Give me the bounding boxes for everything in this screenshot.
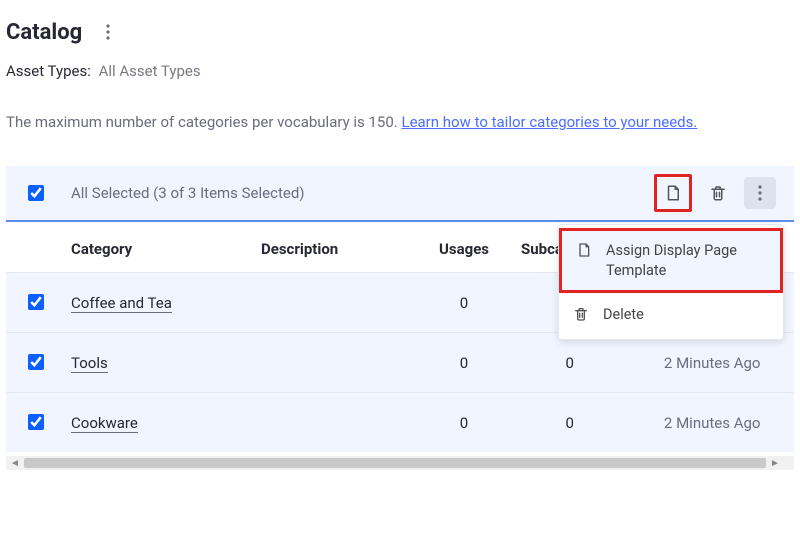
page-menu-button[interactable] [92,16,124,48]
cell-subcategories: 0 [509,393,630,453]
page-header: Catalog [6,16,794,48]
row-checkbox[interactable] [28,414,44,430]
dropdown-item-label: Assign Display Page Template [606,241,766,280]
col-usages: Usages [419,222,509,273]
col-select [6,222,59,273]
table-row: Cookware 0 0 2 Minutes Ago [6,393,794,453]
select-all-checkbox[interactable] [28,185,44,201]
highlight-box-page-icon [654,174,692,212]
delete-button[interactable] [702,177,734,209]
horizontal-scrollbar[interactable]: ◄ ► [6,456,794,470]
selection-actions [654,174,776,212]
scroll-left-icon: ◄ [10,458,20,469]
cell-description [249,273,419,333]
actions-dropdown: Assign Display Page Template Delete [558,224,784,340]
dropdown-item-label: Delete [603,305,644,325]
cell-usages: 0 [419,393,509,453]
scroll-thumb[interactable] [24,458,766,468]
selection-count: All Selected (3 of 3 Items Selected) [71,184,305,202]
info-text: The maximum number of categories per voc… [6,113,401,131]
dropdown-item-assign-template[interactable]: Assign Display Page Template [559,228,783,293]
row-checkbox[interactable] [28,294,44,310]
cell-description [249,393,419,453]
filter-label: Asset Types: [6,62,91,80]
assign-page-button[interactable] [659,179,687,207]
filter-value: All Asset Types [99,62,201,80]
kebab-icon [758,185,762,201]
page-title: Catalog [6,20,82,45]
selection-bar: All Selected (3 of 3 Items Selected) Ass… [6,166,794,222]
scroll-right-icon: ► [770,458,780,469]
more-actions-button[interactable] [744,177,776,209]
cell-subcategories: 0 [509,333,630,393]
row-checkbox[interactable] [28,354,44,370]
trash-icon [709,184,727,202]
col-category: Category [59,222,249,273]
cell-modified: 2 Minutes Ago [630,393,794,453]
cell-description [249,333,419,393]
category-link[interactable]: Tools [71,354,108,373]
dropdown-item-delete[interactable]: Delete [559,295,783,335]
asset-type-filter[interactable]: Asset Types: All Asset Types [6,62,794,80]
col-description: Description [249,222,419,273]
category-link[interactable]: Cookware [71,414,138,433]
category-link[interactable]: Coffee and Tea [71,294,172,313]
page-icon [664,184,682,202]
page-icon [576,241,594,258]
table-row: Tools 0 0 2 Minutes Ago [6,333,794,393]
info-message: The maximum number of categories per voc… [6,110,794,134]
cell-modified: 2 Minutes Ago [630,333,794,393]
trash-icon [573,305,591,322]
cell-usages: 0 [419,333,509,393]
info-link[interactable]: Learn how to tailor categories to your n… [401,113,697,131]
cell-usages: 0 [419,273,509,333]
kebab-icon [106,24,110,40]
